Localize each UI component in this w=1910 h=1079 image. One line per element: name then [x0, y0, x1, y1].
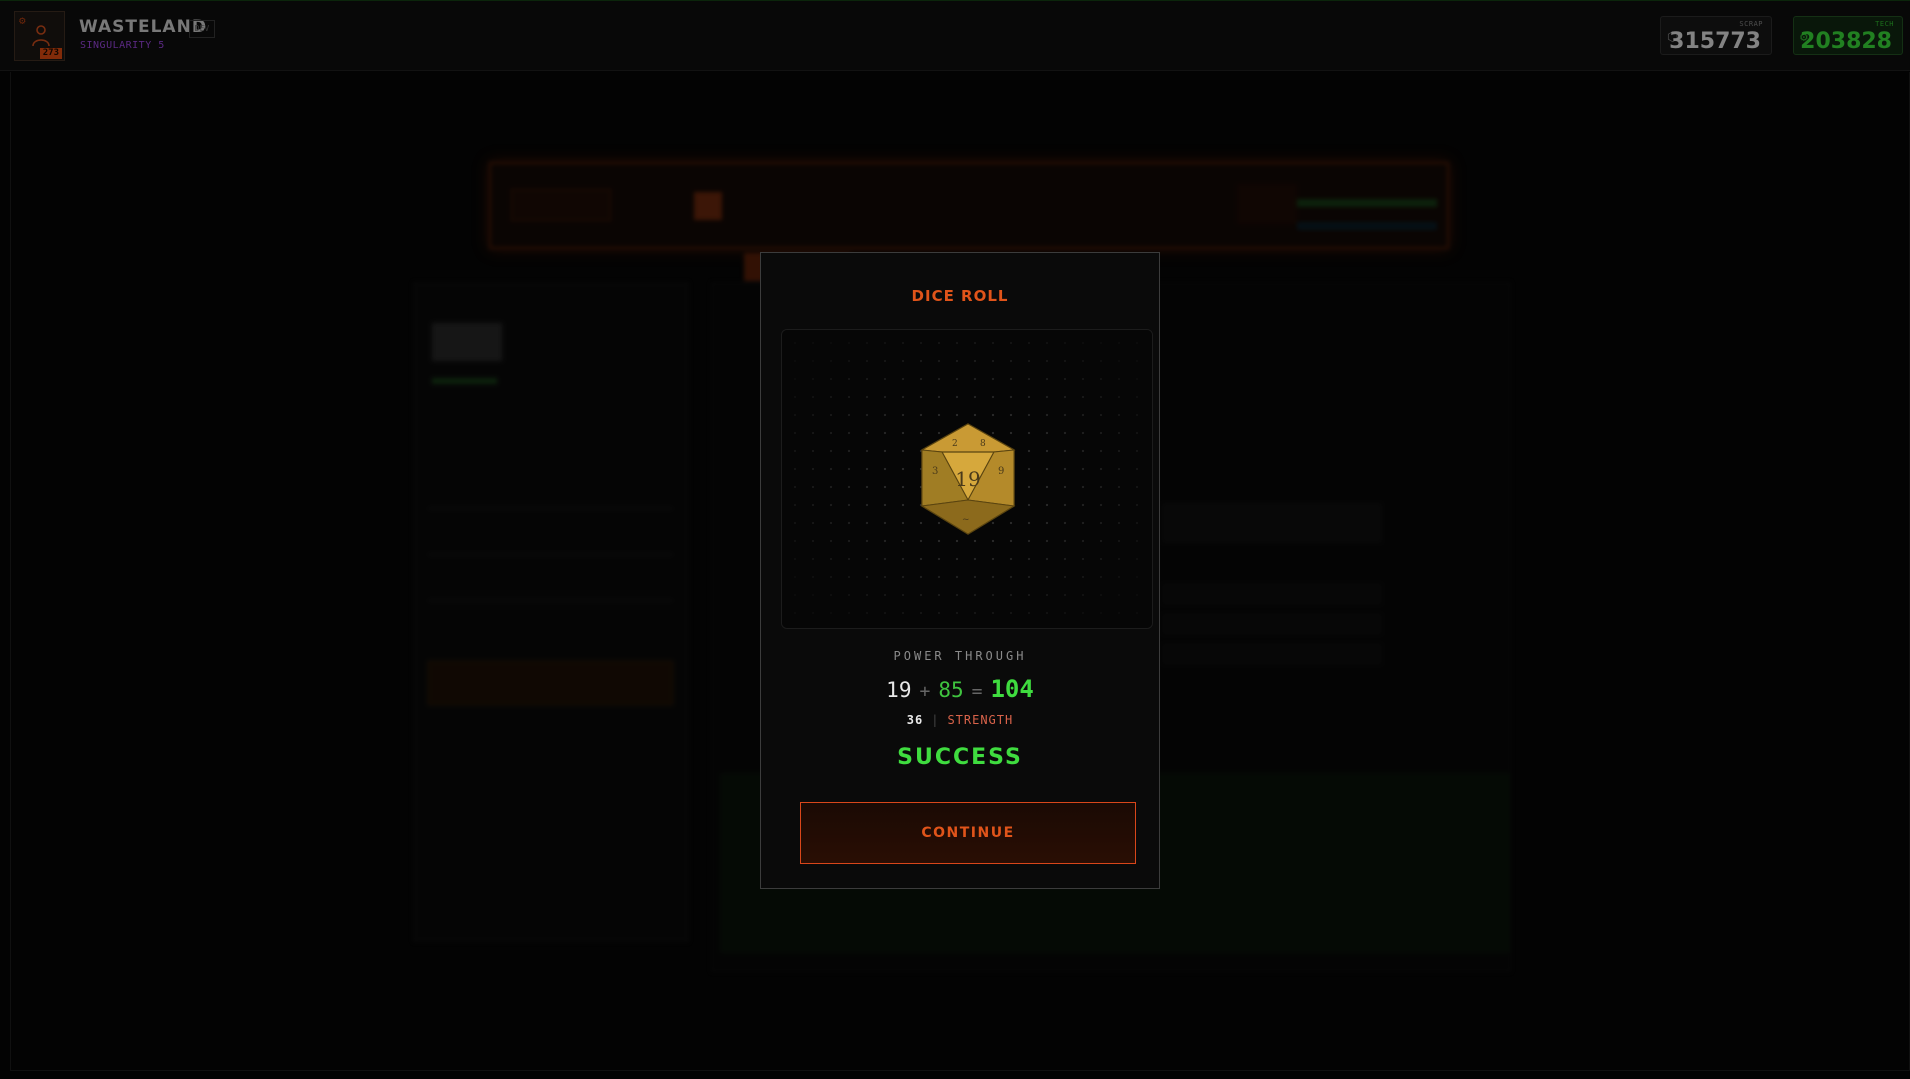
roll-base: 19 [886, 678, 912, 702]
dice-roll-modal: DICE ROLL 19 2 8 3 9 ~ POWER THROUGH 19 … [760, 252, 1160, 889]
check-separator: | [931, 713, 940, 727]
die-face-number: 19 [955, 467, 980, 491]
roll-result: SUCCESS [897, 745, 1023, 770]
svg-text:2: 2 [952, 439, 958, 449]
difficulty-value: 36 [906, 713, 924, 727]
roll-total: 104 [990, 675, 1034, 703]
svg-text:8: 8 [980, 439, 986, 449]
svg-text:9: 9 [998, 466, 1004, 477]
svg-text:~: ~ [962, 515, 970, 525]
d20-die-icon: 19 2 8 3 9 ~ [920, 423, 1016, 535]
dice-arena: 19 2 8 3 9 ~ [781, 329, 1153, 629]
roll-bonus: 85 [938, 678, 964, 702]
equals-sign: = [971, 681, 983, 702]
roll-equation: 19 +85 = 104 [761, 675, 1159, 703]
modal-title: DICE ROLL [911, 287, 1009, 305]
svg-text:3: 3 [932, 466, 938, 477]
check-stat: STRENGTH [947, 713, 1014, 727]
plus-sign: + [919, 681, 931, 702]
continue-button[interactable]: CONTINUE [800, 802, 1136, 864]
difficulty-check: 36 | STRENGTH [761, 713, 1159, 727]
action-label: POWER THROUGH [893, 649, 1027, 663]
